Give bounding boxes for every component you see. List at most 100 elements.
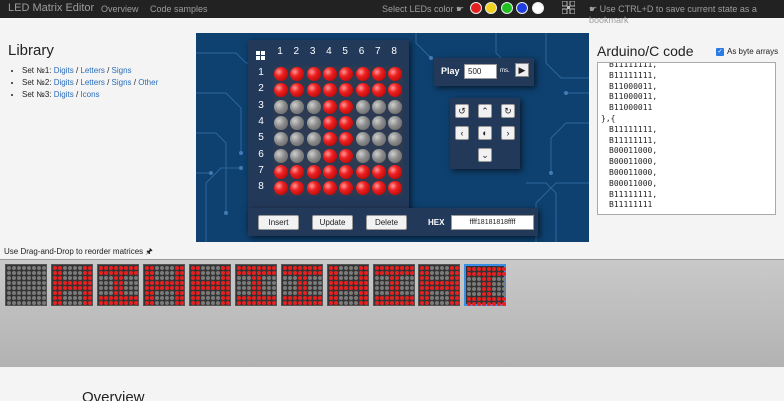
led[interactable] [355,83,370,98]
led[interactable] [274,83,288,98]
nav-link-code-samples[interactable]: Code samples [150,4,208,14]
led[interactable] [339,115,354,130]
play-interval-input[interactable]: 500 [464,64,497,79]
led[interactable] [274,164,288,179]
led[interactable] [355,67,370,81]
column-header[interactable]: 5 [337,46,353,57]
led[interactable] [339,164,354,179]
delete-button[interactable]: Delete [366,215,407,230]
led[interactable] [339,148,354,163]
invert-button[interactable]: ◐ [478,126,492,140]
led[interactable] [290,132,305,147]
matrix-thumbnail[interactable] [373,264,415,306]
update-button[interactable]: Update [312,215,353,230]
row-header[interactable]: 5 [255,132,267,143]
led[interactable] [355,164,370,179]
set2-signs-link[interactable]: Signs [112,78,132,87]
led[interactable] [322,181,337,196]
set3-icons-link[interactable]: Icons [80,90,99,99]
shift-right-button[interactable]: › [501,126,515,140]
set1-signs-link[interactable]: Signs [112,66,132,75]
matrix-thumbnail[interactable] [189,264,231,306]
matrix-thumbnail[interactable] [5,264,47,306]
led[interactable] [371,115,386,130]
brand-title[interactable]: LED Matrix Editor [8,2,94,14]
led[interactable] [355,148,370,163]
matrix-thumbnail[interactable] [418,264,460,306]
led[interactable] [322,148,337,163]
row-header[interactable]: 2 [255,83,267,94]
set2-letters-link[interactable]: Letters [80,78,104,87]
led[interactable] [322,132,337,147]
led[interactable] [371,83,386,98]
insert-button[interactable]: Insert [258,215,299,230]
led[interactable] [290,67,305,81]
led[interactable] [290,148,305,163]
color-swatch-white[interactable] [532,2,544,14]
led[interactable] [274,115,288,130]
led[interactable] [322,164,337,179]
led[interactable] [371,181,386,196]
row-header[interactable]: 4 [255,116,267,127]
column-header[interactable]: 4 [321,46,337,57]
play-button[interactable]: ▶ [515,63,529,77]
color-swatch-green[interactable] [501,2,513,14]
led[interactable] [371,164,386,179]
led[interactable] [274,148,288,163]
led[interactable] [388,99,403,114]
column-header[interactable]: 1 [272,46,288,57]
column-header[interactable]: 3 [305,46,321,57]
led[interactable] [322,83,337,98]
led[interactable] [306,83,321,98]
matrix-thumbnail[interactable] [327,264,369,306]
led[interactable] [388,115,403,130]
led[interactable] [306,164,321,179]
led[interactable] [306,132,321,147]
color-swatch-yellow[interactable] [485,2,497,14]
matrix-thumbnail[interactable] [281,264,323,306]
code-textarea[interactable]: B11111111, B11111111, B11000011, B11000011,… [597,62,776,215]
byte-arrays-checkbox[interactable]: ✓ [716,48,724,56]
led[interactable] [371,148,386,163]
set1-letters-link[interactable]: Letters [80,66,104,75]
led[interactable] [290,164,305,179]
color-swatch-red[interactable] [470,2,482,14]
led[interactable] [274,132,288,147]
led[interactable] [274,181,288,196]
led[interactable] [371,67,386,81]
matrix-thumbnail[interactable] [97,264,139,306]
led[interactable] [355,99,370,114]
column-header[interactable]: 7 [370,46,386,57]
row-header[interactable]: 7 [255,165,267,176]
column-header[interactable]: 2 [288,46,304,57]
shift-left-button[interactable]: ‹ [455,126,469,140]
led[interactable] [388,181,403,196]
led[interactable] [355,115,370,130]
row-header[interactable]: 8 [255,181,267,192]
led[interactable] [339,99,354,114]
led[interactable] [339,181,354,196]
led[interactable] [306,115,321,130]
led[interactable] [290,115,305,130]
set1-digits-link[interactable]: Digits [54,66,74,75]
nav-link-overview[interactable]: Overview [101,4,139,14]
row-header[interactable]: 6 [255,149,267,160]
led[interactable] [371,99,386,114]
led[interactable] [322,99,337,114]
toggle-all-icon[interactable] [256,51,265,60]
led[interactable] [339,132,354,147]
set2-digits-link[interactable]: Digits [54,78,74,87]
shift-down-button[interactable]: ⌄ [478,148,492,162]
pattern-icon[interactable] [562,1,575,14]
led[interactable] [388,83,403,98]
column-header[interactable]: 8 [386,46,402,57]
led[interactable] [388,148,403,163]
row-header[interactable]: 3 [255,100,267,111]
led[interactable] [339,67,354,81]
led[interactable] [355,181,370,196]
rotate-left-button[interactable]: ↺ [455,104,469,118]
row-header[interactable]: 1 [255,67,267,78]
led[interactable] [388,67,403,81]
matrix-thumbnail[interactable] [235,264,277,306]
led[interactable] [274,67,288,81]
